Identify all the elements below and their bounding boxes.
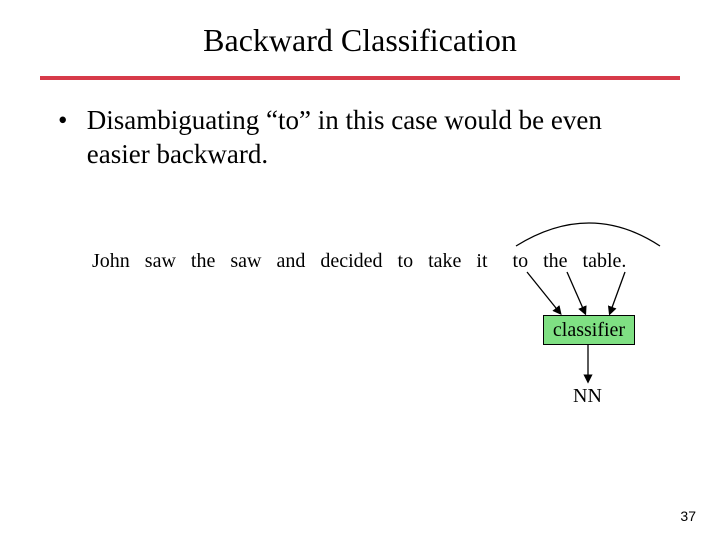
arrow-the-2 (567, 272, 585, 313)
slide: Backward Classification • Disambiguating… (0, 0, 720, 540)
classifier-box: classifier (543, 315, 635, 345)
word-the1: the (191, 250, 215, 273)
title-underline (40, 76, 680, 80)
word-the2: the (543, 250, 567, 273)
word-it: it (476, 250, 487, 273)
bullet-marker: • (58, 104, 80, 138)
bullet-item: • Disambiguating “to” in this case would… (58, 104, 662, 172)
word-and: and (276, 250, 305, 273)
bullet-text: Disambiguating “to” in this case would b… (87, 104, 657, 172)
word-to1: to (398, 250, 414, 273)
example-sentence: John saw the saw and decided to take it … (92, 250, 626, 273)
context-arc (516, 223, 660, 246)
word-to2: to (513, 250, 529, 273)
arrow-to-1 (527, 272, 560, 313)
word-saw2: saw (230, 250, 261, 273)
word-table: table. (583, 250, 627, 273)
word-decided: decided (320, 250, 382, 273)
word-take: take (428, 250, 461, 273)
slide-title: Backward Classification (0, 22, 720, 59)
word-saw1: saw (145, 250, 176, 273)
output-tag: NN (573, 385, 602, 408)
word-john: John (92, 250, 130, 273)
page-number: 37 (680, 508, 696, 524)
arrow-table (610, 272, 625, 313)
